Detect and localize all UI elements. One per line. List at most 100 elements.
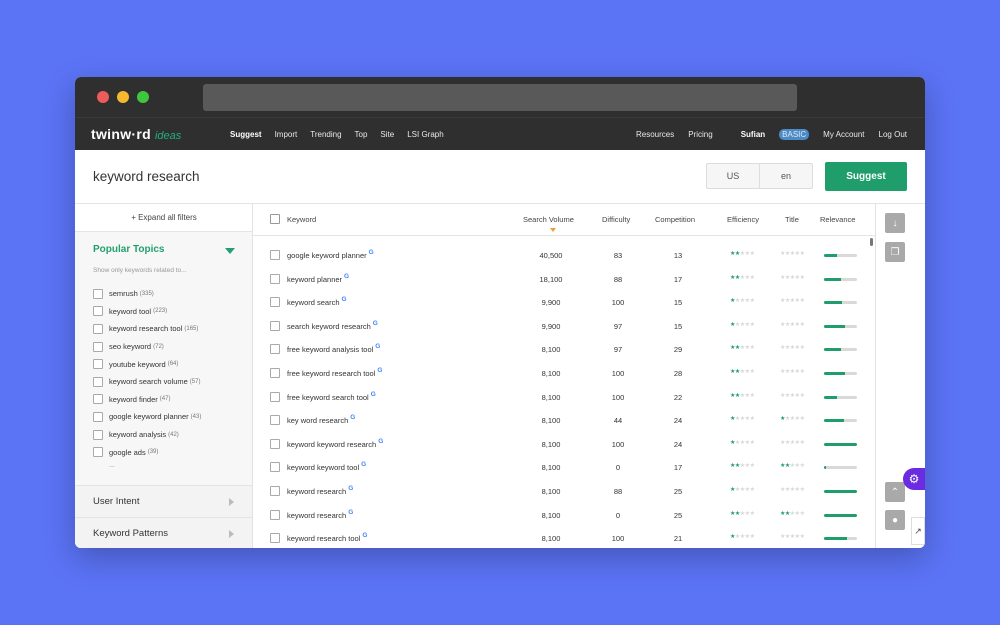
keyword-cell[interactable]: keyword research tool G [287, 532, 367, 543]
topic-item[interactable]: keyword research tool (165) [93, 320, 201, 338]
table-scrollbar[interactable] [870, 238, 873, 246]
header-difficulty[interactable]: Difficulty [602, 215, 630, 224]
header-efficiency[interactable]: Efficiency [727, 215, 759, 224]
google-icon[interactable]: G [342, 296, 347, 303]
topic-checkbox[interactable] [93, 359, 103, 370]
row-checkbox[interactable] [270, 250, 280, 260]
topic-item[interactable]: keyword search volume (57) [93, 373, 201, 391]
keyword-patterns-section[interactable]: Keyword Patterns [75, 517, 252, 548]
address-bar[interactable] [203, 84, 797, 111]
topic-checkbox[interactable] [93, 288, 103, 299]
topic-item[interactable]: google keyword planner (43) [93, 408, 201, 426]
chevron-down-icon[interactable] [225, 248, 235, 254]
scroll-top-icon[interactable]: ⌃ [885, 482, 905, 502]
keyword-cell[interactable]: key word research G [287, 414, 355, 425]
side-tab-icon[interactable]: ↗ [911, 517, 925, 545]
nav-link-import[interactable]: Import [275, 130, 298, 139]
table-row[interactable]: search keyword research G 9,900 97 15 ★★★★★ ★★… [253, 315, 875, 339]
topic-item[interactable]: keyword tool (223) [93, 303, 201, 321]
nav-account-link[interactable]: My Account [823, 130, 864, 139]
topic-checkbox[interactable] [93, 341, 103, 352]
row-checkbox[interactable] [270, 486, 280, 496]
google-icon[interactable]: G [350, 414, 355, 421]
google-icon[interactable]: G [344, 273, 349, 280]
table-row[interactable]: keyword search G 9,900 100 15 ★★★★★ ★★★★★ [253, 291, 875, 315]
nav-user[interactable]: Sufian BASIC [727, 129, 810, 140]
topic-item[interactable]: keyword finder (47) [93, 391, 201, 409]
keyword-cell[interactable]: search keyword research G [287, 320, 378, 331]
topic-item[interactable]: semrush (335) [93, 285, 201, 303]
table-row[interactable]: free keyword analysis tool G 8,100 97 29 ★★★★… [253, 338, 875, 362]
row-checkbox[interactable] [270, 344, 280, 355]
download-icon[interactable]: ↓ [885, 213, 905, 233]
copy-icon[interactable]: ❐ [885, 242, 905, 262]
google-icon[interactable]: G [348, 509, 353, 516]
nav-resources-link[interactable]: Resources [636, 130, 674, 139]
header-title[interactable]: Title [785, 215, 799, 224]
topic-checkbox[interactable] [93, 447, 103, 458]
gear-icon[interactable]: ⚙ [903, 468, 925, 490]
table-row[interactable]: keyword planner G 18,100 88 17 ★★★★★ ★★★★★ [253, 268, 875, 292]
expand-all-filters-button[interactable]: + Expand all filters [75, 204, 253, 232]
row-checkbox[interactable] [270, 509, 280, 520]
keyword-cell[interactable]: google keyword planner G [287, 249, 374, 260]
header-search-volume[interactable]: Search Volume [523, 215, 574, 224]
header-relevance[interactable]: Relevance [820, 215, 855, 224]
table-row[interactable]: keyword keyword tool G 8,100 0 17 ★★★★★ ★★★★★ [253, 456, 875, 480]
row-checkbox[interactable] [270, 462, 280, 473]
nav-logout-link[interactable]: Log Out [879, 130, 907, 139]
keyword-cell[interactable]: keyword search G [287, 296, 347, 307]
google-icon[interactable]: G [371, 391, 376, 398]
search-input[interactable]: keyword research [93, 169, 200, 184]
table-row[interactable]: key word research G 8,100 44 24 ★★★★★ ★★★★★ [253, 409, 875, 433]
row-checkbox[interactable] [270, 415, 280, 426]
user-intent-section[interactable]: User Intent [75, 485, 252, 517]
topic-checkbox[interactable] [93, 306, 103, 317]
suggest-button[interactable]: Suggest [825, 162, 907, 191]
nav-pricing-link[interactable]: Pricing [688, 130, 712, 139]
nav-link-site[interactable]: Site [380, 130, 394, 139]
row-checkbox[interactable] [270, 320, 280, 331]
keyword-cell[interactable]: keyword keyword research G [287, 438, 383, 449]
user-icon[interactable]: ● [885, 510, 905, 530]
google-icon[interactable]: G [378, 438, 383, 445]
google-icon[interactable]: G [375, 343, 380, 350]
country-select[interactable]: US [707, 164, 759, 188]
topic-item[interactable]: seo keyword (72) [93, 338, 201, 356]
row-checkbox[interactable] [270, 438, 280, 449]
topic-checkbox[interactable] [93, 411, 103, 422]
google-icon[interactable]: G [362, 532, 367, 539]
topic-item[interactable]: youtube keyword (64) [93, 355, 201, 373]
header-keyword[interactable]: Keyword [287, 215, 316, 224]
keyword-cell[interactable]: keyword research G [287, 485, 353, 496]
language-select[interactable]: en [759, 164, 812, 188]
nav-link-trending[interactable]: Trending [310, 130, 341, 139]
google-icon[interactable]: G [377, 367, 382, 374]
row-checkbox[interactable] [270, 297, 280, 308]
topic-item[interactable]: google ads (39) [93, 443, 201, 461]
keyword-cell[interactable]: free keyword analysis tool G [287, 343, 380, 354]
table-row[interactable]: free keyword search tool G 8,100 100 22 ★★★★★… [253, 386, 875, 410]
maximize-window-dot[interactable] [137, 91, 149, 103]
topic-checkbox[interactable] [93, 394, 103, 405]
table-row[interactable]: keyword keyword research G 8,100 100 24 ★★★★★… [253, 433, 875, 457]
google-icon[interactable]: G [369, 249, 374, 256]
google-icon[interactable]: G [373, 320, 378, 327]
header-competition[interactable]: Competition [655, 215, 695, 224]
row-checkbox[interactable] [270, 368, 280, 378]
google-icon[interactable]: G [361, 461, 366, 468]
topic-checkbox[interactable] [93, 323, 103, 334]
table-row[interactable]: google keyword planner G 40,500 83 13 ★★★★★ ★★… [253, 244, 875, 268]
logo[interactable]: twinw·rd ideas [91, 126, 181, 142]
topic-checkbox[interactable] [93, 429, 103, 440]
keyword-cell[interactable]: free keyword search tool G [287, 391, 376, 402]
table-row[interactable]: keyword research G 8,100 88 25 ★★★★★ ★★★★★ [253, 480, 875, 504]
topic-item[interactable]: keyword analysis (42) [93, 426, 201, 444]
row-checkbox[interactable] [270, 273, 280, 284]
google-icon[interactable]: G [348, 485, 353, 492]
nav-link-lsi-graph[interactable]: LSI Graph [407, 130, 443, 139]
nav-link-top[interactable]: Top [355, 130, 368, 139]
row-checkbox[interactable] [270, 533, 280, 544]
table-row[interactable]: keyword research tool G 8,100 100 21 ★★★★★ ★★★… [253, 527, 875, 548]
close-window-dot[interactable] [97, 91, 109, 103]
